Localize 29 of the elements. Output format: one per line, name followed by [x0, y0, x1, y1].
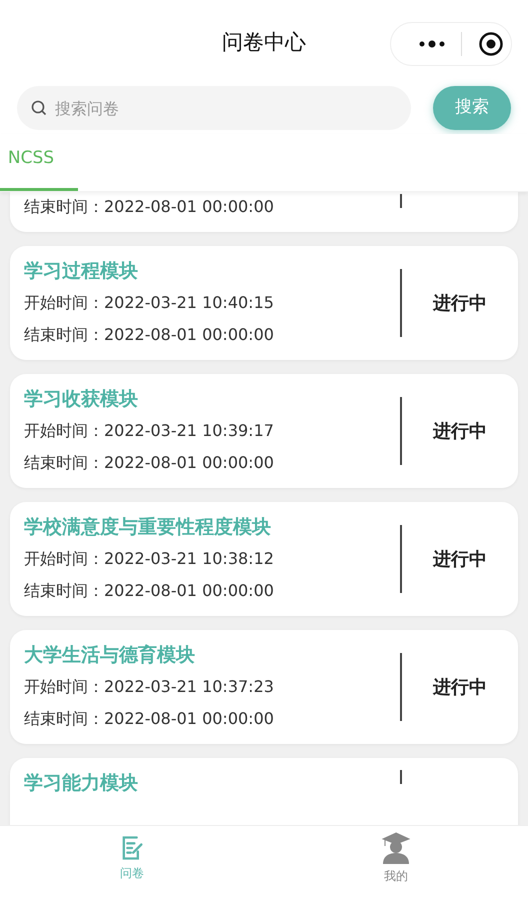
search-icon [31, 100, 47, 116]
more-icon[interactable] [419, 40, 445, 48]
start-time: 开始时间：2022-03-21 10:37:23 [24, 676, 275, 698]
end-time: 结束时间：2022-08-01 00:00:00 [24, 580, 275, 602]
search-field[interactable]: 搜索问卷 [17, 86, 411, 130]
survey-card[interactable]: 学习收获模块 开始时间：2022-03-21 10:39:17 结束时间：2022-08-01 00:00:00 进行中 [10, 374, 518, 488]
status-label: 进行中 [433, 292, 487, 316]
start-time: 开始时间：2022-03-21 10:40:15 [24, 292, 275, 314]
status-label: 进行中 [433, 548, 487, 572]
survey-card[interactable]: 学校满意度与重要性程度模块 开始时间：2022-03-21 10:38:12 结束时间：2022-08-01 00:00:00 进行中 [10, 502, 518, 616]
end-time: 结束时间：2022-08-01 00:00:00 [24, 452, 275, 474]
survey-card[interactable]: 学习过程模块 开始时间：2022-03-21 10:40:15 结束时间：2022-08-01 00:00:00 进行中 [10, 246, 518, 360]
status-label: 进行中 [433, 420, 487, 444]
survey-card[interactable]: 大学生活与德育模块 开始时间：2022-03-21 10:37:23 结束时间：2022-08-01 00:00:00 进行中 [10, 630, 518, 744]
start-time: 开始时间：2022-03-21 10:39:17 [24, 420, 275, 442]
start-time: 开始时间：2022-03-21 10:38:12 [24, 548, 275, 570]
status-label: 进行中 [433, 676, 487, 700]
nav-tab[interactable]: 我的 [264, 826, 528, 889]
end-time: 结束时间：2022-08-01 00:00:00 [24, 708, 275, 730]
page-title: 问卷中心 [222, 29, 306, 56]
survey-title: 学习收获模块 [24, 387, 139, 412]
end-time: 结束时间：2022-08-01 00:00:00 [24, 324, 275, 346]
survey-title: 大学生活与德育模块 [24, 643, 196, 668]
survey-title: 学习能力模块 [24, 771, 139, 796]
close-icon[interactable] [478, 31, 504, 57]
survey-card[interactable]: 结束时间：2022-08-01 00:00:00 [10, 192, 518, 232]
survey-title: 学习过程模块 [24, 259, 139, 284]
survey-title: 学校满意度与重要性程度模块 [24, 515, 272, 540]
end-time: 结束时间：2022-08-01 00:00:00 [24, 196, 275, 218]
